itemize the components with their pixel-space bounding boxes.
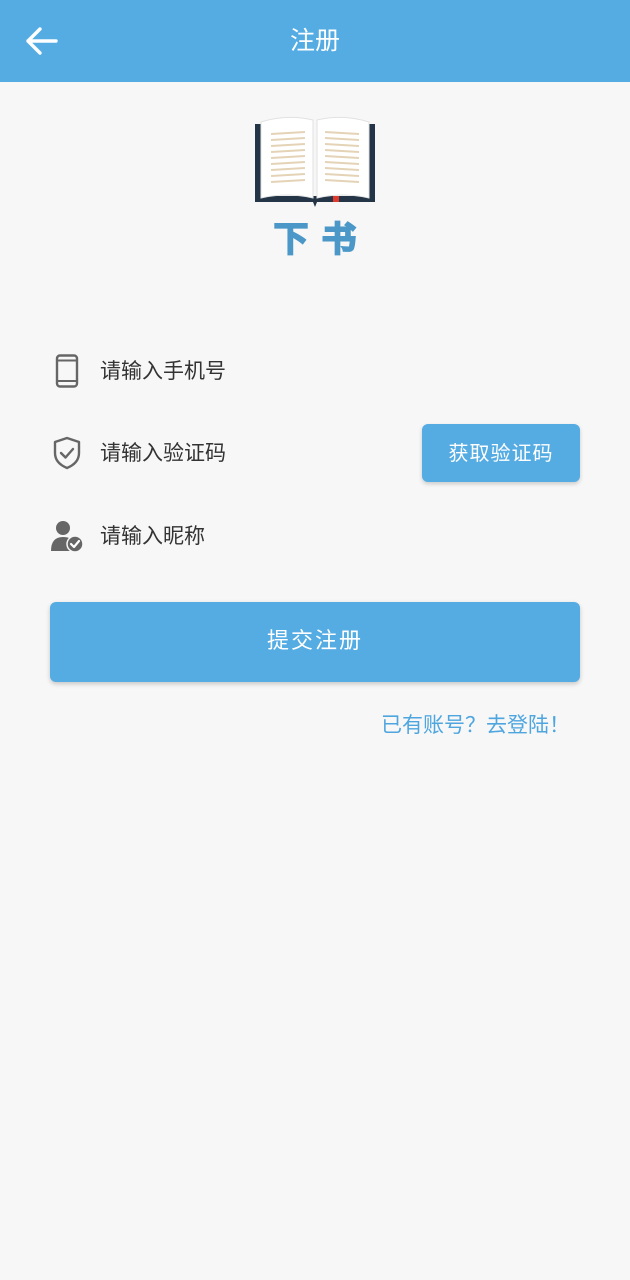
phone-input[interactable]: 请输入手机号 bbox=[100, 341, 226, 401]
app-bar: 注册 bbox=[0, 0, 630, 82]
nickname-row: 请输入昵称 bbox=[50, 506, 580, 566]
code-input[interactable]: 请输入验证码 bbox=[100, 423, 226, 483]
nickname-input[interactable]: 请输入昵称 bbox=[100, 506, 205, 566]
go-login-link[interactable]: 已有账号？去登陆！ bbox=[381, 708, 570, 742]
user-check-icon bbox=[50, 518, 84, 554]
phone-row: 请输入手机号 bbox=[50, 341, 580, 401]
submit-register-button[interactable]: 提交注册 bbox=[50, 602, 580, 682]
get-code-button[interactable]: 获取验证码 bbox=[422, 424, 580, 482]
logo-text: 下书 bbox=[273, 219, 370, 261]
shield-check-icon bbox=[50, 435, 84, 471]
phone-icon bbox=[50, 353, 84, 389]
page-title: 注册 bbox=[289, 26, 340, 55]
